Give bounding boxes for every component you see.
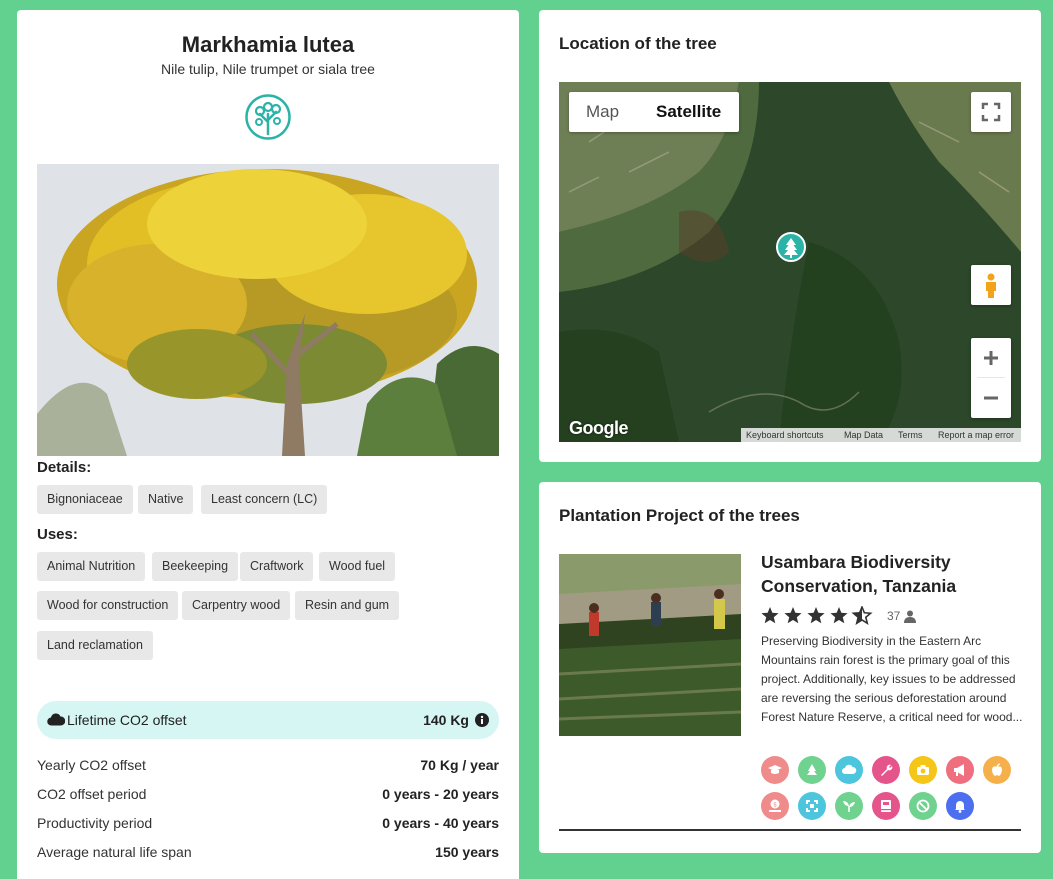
use-chip: Animal Nutrition xyxy=(37,552,146,581)
stat-yearly-co2: Yearly CO2 offset 70 Kg / year xyxy=(37,757,499,777)
use-chip: Resin and gum xyxy=(295,591,400,620)
map-data-link[interactable]: Map Data xyxy=(844,430,883,440)
stat-value: 70 Kg / year xyxy=(420,757,499,773)
stat-label: Average natural life span xyxy=(37,844,192,860)
use-chip: Carpentry wood xyxy=(182,591,291,620)
lifetime-co2-value: 140 Kg xyxy=(423,712,469,728)
lifetime-co2-label: Lifetime CO2 offset xyxy=(67,712,187,728)
use-chip: Wood fuel xyxy=(319,552,396,581)
keyboard-shortcuts-link[interactable]: Keyboard shortcuts xyxy=(746,430,824,440)
info-icon[interactable] xyxy=(475,713,489,732)
zoom-out-button[interactable] xyxy=(971,378,1011,418)
stat-label: CO2 offset period xyxy=(37,786,147,802)
user-icon xyxy=(904,610,916,623)
tree-logo-icon xyxy=(245,94,291,140)
project-description: Preserving Biodiversity in the Eastern A… xyxy=(761,634,1023,724)
project-title[interactable]: Usambara Biodiversity Conservation, Tanz… xyxy=(761,550,1011,598)
detail-chip-conservation: Least concern (LC) xyxy=(201,485,328,514)
satellite-tab[interactable]: Satellite xyxy=(656,92,721,132)
stat-value: 0 years - 40 years xyxy=(382,815,499,831)
map-type-toggle: Map Satellite xyxy=(569,92,739,132)
stat-label: Productivity period xyxy=(37,815,153,831)
terms-link[interactable]: Terms xyxy=(898,430,923,440)
stat-value: 0 years - 20 years xyxy=(382,786,499,802)
wrench-icon[interactable] xyxy=(872,756,900,784)
lifetime-co2-bar: Lifetime CO2 offset 140 Kg xyxy=(37,701,499,739)
tree-scientific-name: Markhamia lutea xyxy=(181,32,355,57)
google-logo: Google xyxy=(569,418,629,438)
use-chip: Beekeeping xyxy=(152,552,239,581)
tree-location-marker[interactable] xyxy=(776,232,806,262)
use-chip: Craftwork xyxy=(240,552,314,581)
tree-photo xyxy=(37,164,499,456)
stat-value: 150 years xyxy=(435,844,499,860)
pegman-icon xyxy=(986,273,996,298)
sprout-icon[interactable] xyxy=(835,792,863,820)
book-icon[interactable] xyxy=(872,792,900,820)
fullscreen-icon xyxy=(981,102,1001,122)
star-icon xyxy=(761,607,779,624)
education-icon[interactable] xyxy=(761,756,789,784)
megaphone-icon[interactable] xyxy=(946,756,974,784)
ban-icon[interactable] xyxy=(909,792,937,820)
star-icon xyxy=(807,607,825,624)
detail-chip-origin: Native xyxy=(138,485,194,514)
apple-icon[interactable] xyxy=(983,756,1011,784)
location-heading: Location of the tree xyxy=(559,34,717,53)
tree-common-names: Nile tulip, Nile trumpet or siala tree xyxy=(161,61,375,77)
project-card: Plantation Project of the trees Usambara… xyxy=(539,482,1041,853)
project-photo[interactable] xyxy=(559,554,741,736)
project-divider xyxy=(559,829,1021,831)
stat-co2-period: CO2 offset period 0 years - 20 years xyxy=(37,786,499,806)
detail-chip-family: Bignoniaceae xyxy=(37,485,133,514)
review-count: 37 xyxy=(887,609,901,623)
money-icon[interactable]: $ xyxy=(761,792,789,820)
zoom-in-button[interactable] xyxy=(971,338,1011,378)
fullscreen-button[interactable] xyxy=(971,92,1011,132)
bell-icon[interactable] xyxy=(946,792,974,820)
rating-stars xyxy=(761,606,873,625)
use-chip: Land reclamation xyxy=(37,631,153,660)
stat-label: Yearly CO2 offset xyxy=(37,757,146,773)
tree-icon[interactable] xyxy=(798,756,826,784)
satellite-map[interactable]: Map Satellite Google Keyboard shortcuts … xyxy=(559,82,1021,442)
cloud-icon xyxy=(47,712,66,731)
svg-text:$: $ xyxy=(773,802,777,809)
use-chip: Wood for construction xyxy=(37,591,179,620)
stat-life-span: Average natural life span 150 years xyxy=(37,844,499,864)
location-card: Location of the tree Map Satellite Googl… xyxy=(539,10,1041,462)
camera-icon[interactable] xyxy=(909,756,937,784)
uses-label: Uses: xyxy=(37,526,78,543)
expand-icon[interactable] xyxy=(798,792,826,820)
pine-tree-icon xyxy=(784,238,798,258)
star-icon xyxy=(830,607,848,624)
cloud-icon[interactable] xyxy=(835,756,863,784)
star-icon xyxy=(784,607,802,624)
report-map-error-link[interactable]: Report a map error xyxy=(938,430,1014,440)
street-view-pegman[interactable] xyxy=(971,265,1011,305)
map-tab[interactable]: Map xyxy=(586,92,619,132)
stat-productivity-period: Productivity period 0 years - 40 years xyxy=(37,815,499,835)
zoom-controls xyxy=(971,338,1011,418)
project-heading: Plantation Project of the trees xyxy=(559,506,800,525)
map-footer: Keyboard shortcuts Map Data Terms Report… xyxy=(741,428,1021,442)
details-label: Details: xyxy=(37,459,92,476)
tree-card: Markhamia lutea Nile tulip, Nile trumpet… xyxy=(17,10,519,879)
